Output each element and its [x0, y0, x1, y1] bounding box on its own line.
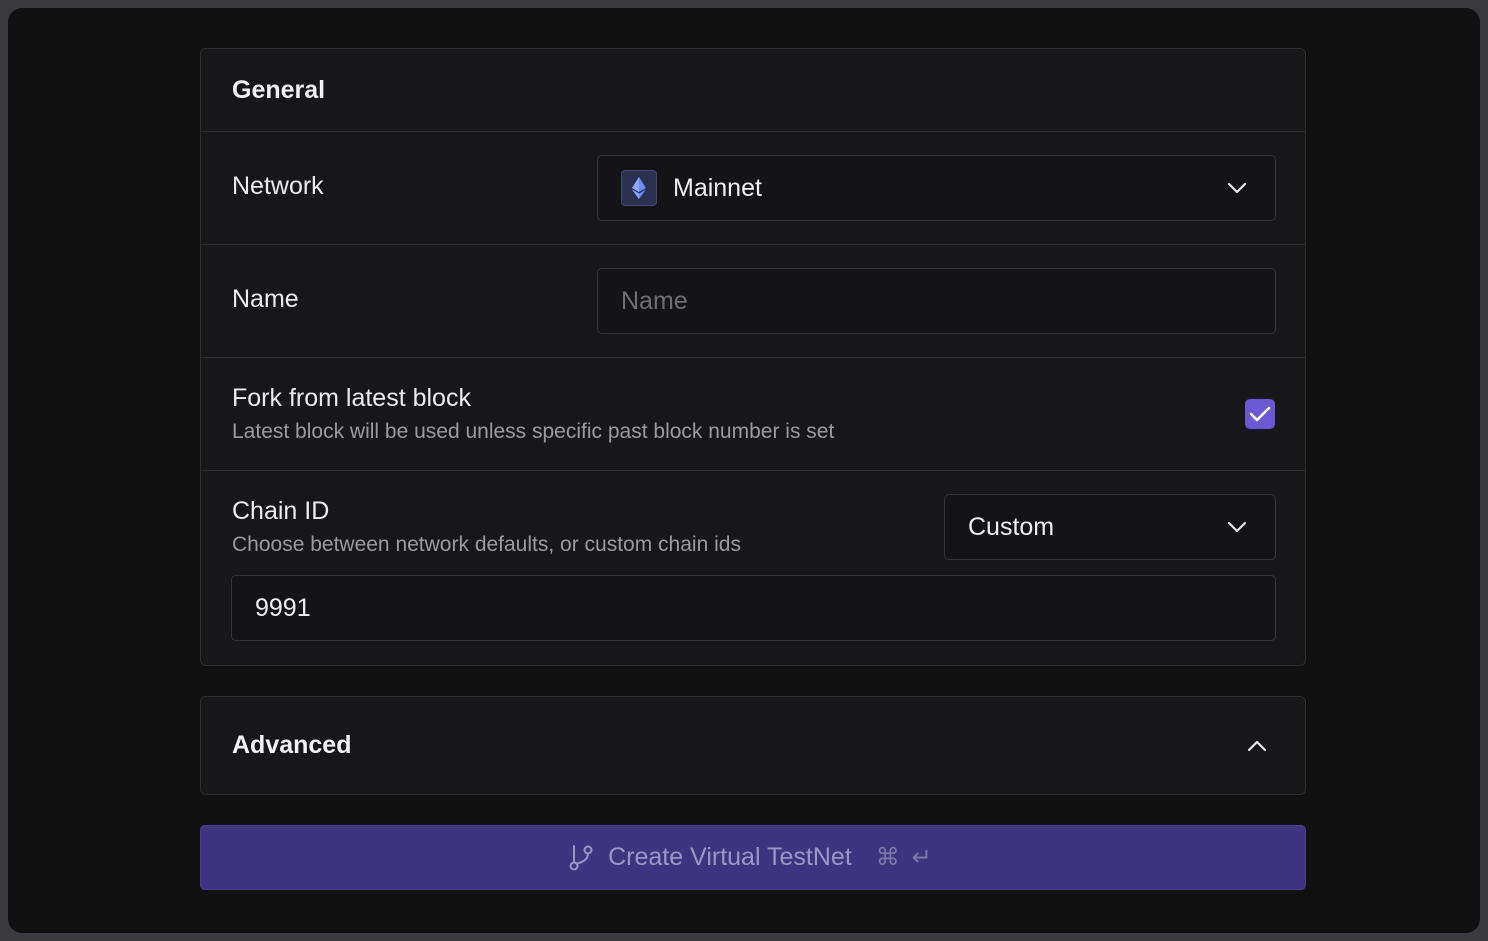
enter-key-icon: ↵: [911, 844, 932, 871]
chain-id-mode-value: Custom: [968, 512, 1055, 541]
name-label: Name: [232, 285, 299, 313]
chain-id-mode-select[interactable]: Custom: [944, 494, 1276, 560]
check-icon: [1249, 406, 1271, 422]
fork-checkbox[interactable]: [1245, 399, 1275, 429]
fork-label: Fork from latest block: [232, 384, 471, 412]
general-section: General Network Mainnet Name Name Fork f…: [200, 48, 1306, 666]
general-title: General: [232, 75, 326, 104]
fork-row: Fork from latest block Latest block will…: [201, 358, 1305, 471]
ethereum-icon: [621, 170, 657, 206]
network-select-value: Mainnet: [673, 173, 762, 202]
chain-id-row: Chain ID Choose between network defaults…: [201, 471, 1305, 664]
fork-description: Latest block will be used unless specifi…: [232, 420, 835, 443]
advanced-section-toggle[interactable]: Advanced: [200, 696, 1306, 795]
create-virtual-testnet-button[interactable]: Create Virtual TestNet ⌘ ↵: [200, 825, 1306, 890]
general-header: General: [201, 49, 1305, 132]
name-input[interactable]: [597, 268, 1276, 334]
chain-id-description: Choose between network defaults, or cust…: [232, 533, 741, 556]
chevron-up-icon: [1247, 740, 1267, 751]
chain-id-input[interactable]: [231, 575, 1276, 641]
create-button-label: Create Virtual TestNet: [608, 843, 852, 871]
network-select[interactable]: Mainnet: [597, 155, 1276, 221]
chevron-down-icon: [1227, 182, 1247, 194]
chain-id-label: Chain ID: [232, 497, 330, 525]
advanced-title: Advanced: [232, 731, 352, 759]
app-window: General Network Mainnet Name Name Fork f…: [8, 8, 1480, 933]
network-label: Network: [232, 172, 324, 200]
chevron-down-icon: [1227, 521, 1247, 533]
command-key-icon: ⌘: [875, 844, 900, 871]
git-branch-icon: [569, 844, 593, 870]
name-row: Name: [201, 245, 1305, 358]
network-row: Network Mainnet: [201, 132, 1305, 245]
